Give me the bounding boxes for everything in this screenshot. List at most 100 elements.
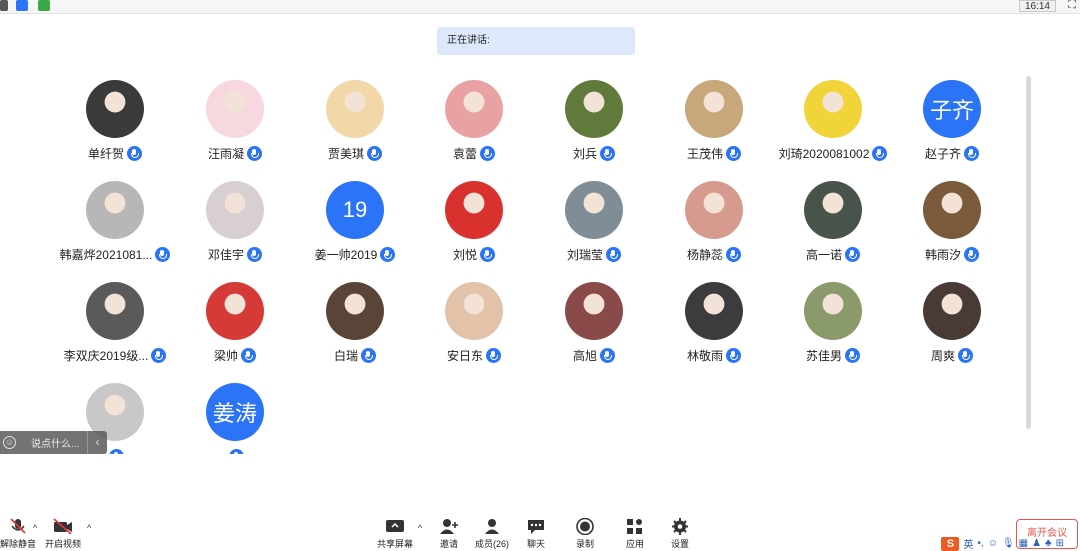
invite-button[interactable]: 邀请 bbox=[439, 518, 459, 550]
participant-tile[interactable]: 袁蕾 bbox=[416, 80, 532, 170]
mic-icon bbox=[600, 145, 615, 161]
avatar[interactable] bbox=[565, 282, 623, 340]
participant-tile[interactable]: 汪雨凝 bbox=[177, 80, 293, 170]
start-video-label: 开启视频 bbox=[45, 539, 82, 549]
participant-tile[interactable]: 梁帅 bbox=[177, 282, 293, 372]
avatar[interactable] bbox=[445, 282, 503, 340]
mic-icon bbox=[606, 246, 621, 262]
members-button[interactable]: 成员(26) bbox=[475, 518, 509, 550]
participant-tile[interactable]: 19 姜一帅2019 bbox=[297, 181, 413, 271]
avatar[interactable] bbox=[326, 282, 384, 340]
participant-tile[interactable]: 王茂伟 bbox=[656, 80, 772, 170]
avatar[interactable] bbox=[565, 181, 623, 239]
participant-tile[interactable]: 安日东 bbox=[416, 282, 532, 372]
avatar[interactable] bbox=[685, 282, 743, 340]
settings-button[interactable]: 设置 bbox=[670, 518, 690, 550]
grid-icon[interactable]: ⊞ bbox=[1056, 538, 1064, 549]
participant-tile[interactable]: 高一诺 bbox=[775, 181, 891, 271]
mic-icon bbox=[726, 347, 741, 363]
participant-tile[interactable]: 刘瑞莹 bbox=[536, 181, 652, 271]
avatar[interactable] bbox=[206, 80, 264, 138]
participant-tile[interactable]: 单纤贺 bbox=[57, 80, 173, 170]
avatar[interactable] bbox=[206, 181, 264, 239]
apps-button[interactable]: 应用 bbox=[625, 518, 645, 550]
participant-tile[interactable]: 高旭 bbox=[536, 282, 652, 372]
participant-tile[interactable]: 杨静蕊 bbox=[656, 181, 772, 271]
mic-icon[interactable]: 🎙 bbox=[1002, 538, 1015, 549]
share-screen-button[interactable]: 共享屏幕 bbox=[377, 518, 413, 550]
invite-label: 邀请 bbox=[439, 539, 458, 549]
avatar[interactable] bbox=[685, 80, 743, 138]
participant-name-row: 梁帅 bbox=[177, 347, 293, 363]
participant-name-row: 刘悦 bbox=[416, 246, 532, 262]
emoji-icon[interactable]: ☺ bbox=[3, 436, 16, 449]
avatar[interactable] bbox=[923, 282, 981, 340]
participant-name-row: 单纤贺 bbox=[57, 145, 173, 161]
skin-icon[interactable]: ♣ bbox=[1045, 538, 1052, 549]
avatar[interactable] bbox=[206, 282, 264, 340]
shield-icon[interactable] bbox=[16, 0, 28, 11]
participant-tile[interactable]: 贾美琪 bbox=[297, 80, 413, 170]
punctuation-icon[interactable]: •, bbox=[977, 538, 983, 549]
participant-tile[interactable]: 李双庆2019级... bbox=[57, 282, 173, 372]
emoji-icon[interactable]: ☺ bbox=[988, 538, 998, 549]
avatar[interactable] bbox=[445, 181, 503, 239]
sogou-logo-icon[interactable]: S bbox=[941, 536, 960, 551]
avatar[interactable] bbox=[804, 80, 862, 138]
participant-name-row: 刘瑞莹 bbox=[536, 246, 652, 262]
avatar[interactable] bbox=[565, 80, 623, 138]
participant-name: 韩嘉烨2021081... bbox=[59, 247, 153, 262]
avatar[interactable]: 姜涛 bbox=[206, 383, 264, 441]
signal-icon[interactable] bbox=[38, 0, 50, 11]
record-button[interactable]: 录制 bbox=[575, 518, 595, 550]
avatar[interactable]: 子齐 bbox=[923, 80, 981, 138]
avatar[interactable] bbox=[86, 181, 144, 239]
avatar[interactable] bbox=[86, 80, 144, 138]
participant-tile[interactable]: 周爽 bbox=[894, 282, 1010, 372]
participant-tile[interactable]: 刘悦 bbox=[416, 181, 532, 271]
chevron-left-icon[interactable]: ‹ bbox=[87, 431, 107, 454]
fullscreen-icon[interactable]: ⛶ bbox=[1068, 0, 1076, 11]
avatar[interactable] bbox=[923, 181, 981, 239]
participant-name-row: 姜一帅2019 bbox=[297, 246, 413, 262]
chat-quick-input[interactable]: ☺ 说点什么... ‹ bbox=[0, 431, 107, 454]
mic-icon bbox=[109, 448, 124, 454]
chat-button[interactable]: 聊天 bbox=[526, 518, 546, 550]
participant-tile[interactable]: 子齐 赵子齐 bbox=[894, 80, 1010, 170]
participant-name-row: 贾美琪 bbox=[297, 145, 413, 161]
mic-icon bbox=[600, 347, 615, 363]
participant-tile[interactable]: 刘兵 bbox=[536, 80, 652, 170]
mic-icon bbox=[480, 246, 495, 262]
avatar[interactable] bbox=[804, 282, 862, 340]
settings-label: 设置 bbox=[670, 539, 689, 549]
start-video-button[interactable]: 开启视频 bbox=[45, 518, 81, 550]
participant-tile[interactable]: 林敬雨 bbox=[656, 282, 772, 372]
participant-name: 周爽 bbox=[930, 348, 955, 363]
avatar[interactable] bbox=[445, 80, 503, 138]
participant-tile[interactable]: 韩嘉烨2021081... bbox=[57, 181, 173, 271]
chevron-up-icon[interactable]: ^ bbox=[418, 523, 422, 533]
chevron-up-icon[interactable]: ^ bbox=[87, 523, 91, 533]
participant-tile[interactable]: 姜涛 bbox=[177, 383, 293, 454]
avatar[interactable] bbox=[804, 181, 862, 239]
keyboard-icon[interactable]: ▦ bbox=[1019, 538, 1028, 549]
participant-name: 苏佳男 bbox=[805, 348, 842, 363]
gear-icon bbox=[672, 518, 688, 535]
grid-scrollbar[interactable] bbox=[1026, 76, 1031, 429]
unmute-button[interactable]: 解除静音 bbox=[0, 518, 36, 550]
participant-tile[interactable]: 白瑞 bbox=[297, 282, 413, 372]
participant-tile[interactable]: 邓佳宇 bbox=[177, 181, 293, 271]
participant-tile[interactable]: 韩雨汐 bbox=[894, 181, 1010, 271]
avatar[interactable] bbox=[326, 80, 384, 138]
avatar[interactable] bbox=[685, 181, 743, 239]
user-icon[interactable]: ♟ bbox=[1032, 538, 1041, 549]
meeting-toolbar: 解除静音 ^ 开启视频 ^ 共享屏幕 ^ 邀请 成员(26) 聊天 录制 应用 … bbox=[0, 512, 1080, 549]
apps-label: 应用 bbox=[625, 539, 644, 549]
avatar[interactable]: 19 bbox=[326, 181, 384, 239]
participant-tile[interactable]: 刘琦2020081002 bbox=[775, 80, 891, 170]
chevron-up-icon[interactable]: ^ bbox=[33, 523, 37, 533]
avatar[interactable] bbox=[86, 282, 144, 340]
mic-icon bbox=[964, 246, 979, 262]
participant-name-row: 赵子齐 bbox=[894, 145, 1010, 161]
participant-tile[interactable]: 苏佳男 bbox=[775, 282, 891, 372]
